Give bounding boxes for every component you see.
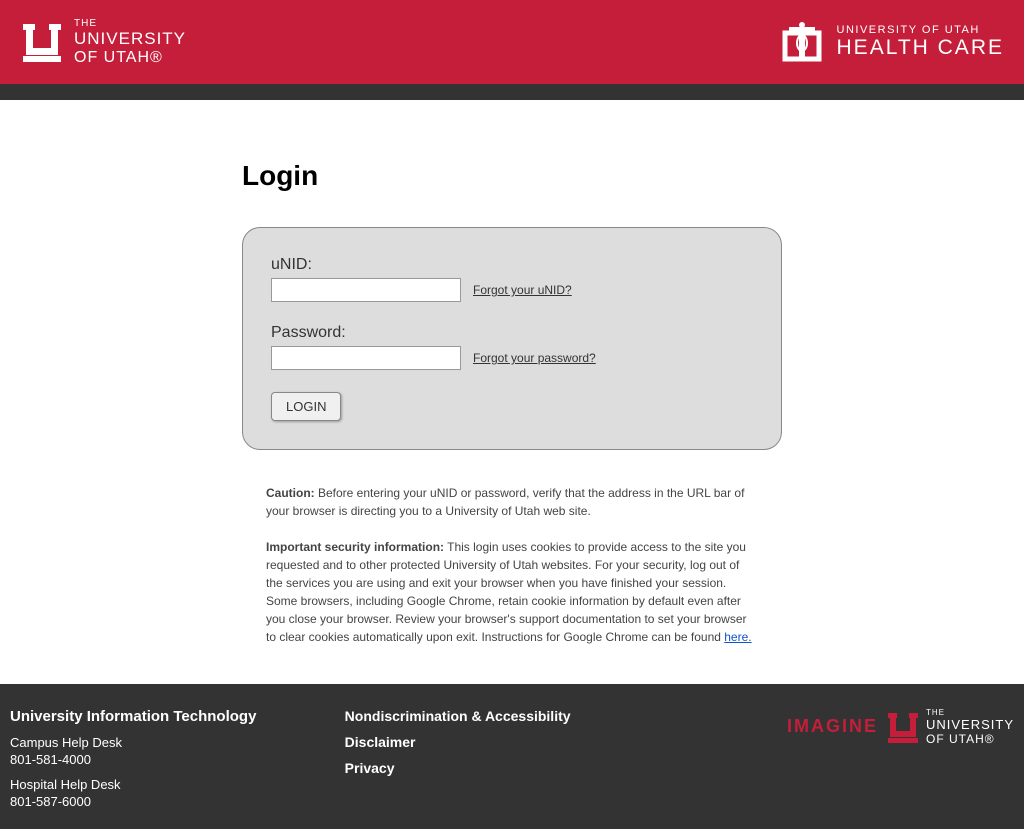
chrome-instructions-link[interactable]: here. <box>724 630 751 644</box>
security-label: Important security information: <box>266 540 444 554</box>
u-logo-icon <box>20 20 64 64</box>
password-input[interactable] <box>271 346 461 370</box>
imagine-text: IMAGINE <box>787 708 878 737</box>
security-paragraph: Important security information: This log… <box>266 538 758 646</box>
header-dark-bar <box>0 84 1024 100</box>
hospital-help-desk-label: Hospital Help Desk <box>10 777 345 792</box>
healthcare-text: HEALTH CARE <box>837 36 1004 60</box>
caution-paragraph: Caution: Before entering your uNID or pa… <box>266 484 758 520</box>
footer-u-logo-icon <box>886 710 920 744</box>
unid-label: uNID: <box>271 256 753 274</box>
footer: University Information Technology Campus… <box>0 684 1024 829</box>
hospital-phone: 801-587-6000 <box>10 794 345 809</box>
campus-help-desk-label: Campus Help Desk <box>10 735 345 750</box>
main-content: Login uNID: Forgot your uNID? Password: … <box>0 100 1024 684</box>
forgot-unid-link[interactable]: Forgot your uNID? <box>473 283 572 297</box>
logo-university-text: UNIVERSITY <box>74 29 186 49</box>
caution-label: Caution: <box>266 486 315 500</box>
page-title: Login <box>242 160 782 192</box>
footer-uit-heading: University Information Technology <box>10 708 345 725</box>
caution-text: Before entering your uNID or password, v… <box>266 486 744 518</box>
healthcare-univ-text: UNIVERSITY OF UTAH <box>837 24 1004 36</box>
footer-logo-utah: OF UTAH® <box>926 732 1014 746</box>
login-form: uNID: Forgot your uNID? Password: Forgot… <box>242 227 782 450</box>
footer-logo-the: THE <box>926 708 1014 717</box>
privacy-link[interactable]: Privacy <box>345 760 680 776</box>
university-logo-left[interactable]: THE UNIVERSITY OF UTAH® <box>20 18 186 67</box>
healthcare-icon <box>777 17 827 67</box>
password-label: Password: <box>271 324 753 342</box>
nondiscrimination-link[interactable]: Nondiscrimination & Accessibility <box>345 708 680 724</box>
disclaimer-link[interactable]: Disclaimer <box>345 734 680 750</box>
logo-the-text: THE <box>74 18 186 29</box>
healthcare-logo-right[interactable]: UNIVERSITY OF UTAH HEALTH CARE <box>777 17 1004 67</box>
header-banner: THE UNIVERSITY OF UTAH® UNIVERSITY OF UT… <box>0 0 1024 84</box>
footer-logo-univ: UNIVERSITY <box>926 717 1014 732</box>
security-text: This login uses cookies to provide acces… <box>266 540 747 644</box>
unid-input[interactable] <box>271 278 461 302</box>
footer-logo[interactable]: THE UNIVERSITY OF UTAH® <box>886 708 1014 746</box>
logo-utah-text: OF UTAH® <box>74 49 186 67</box>
login-button[interactable]: LOGIN <box>271 392 341 421</box>
forgot-password-link[interactable]: Forgot your password? <box>473 351 596 365</box>
